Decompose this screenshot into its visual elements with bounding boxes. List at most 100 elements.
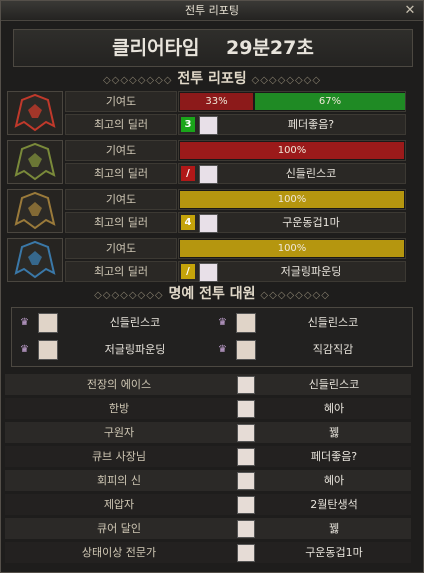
award-winner-name: 2월탄생석 <box>310 498 358 511</box>
award-title: 큐브 사장님 <box>91 450 147 463</box>
best-dealer-name: 구운동겁1마 <box>282 216 340 229</box>
best-dealer-label: 최고의 딜러 <box>65 261 177 282</box>
award-row: 상태이상 전문가 구운동겁1마 <box>5 542 411 563</box>
clear-time-banner: 클리어타임 29분27초 <box>13 29 413 67</box>
battle-report-window: 전투 리포팅 ✕ 클리어타임 29분27초 ◇◇◇◇◇◇◇◇ 전투 리포팅 ◇◇… <box>0 0 424 573</box>
award-row: 큐어 달인 꿿 <box>5 518 411 539</box>
crown-icon: ♛ <box>218 344 227 355</box>
award-winner-name: 혜아 <box>323 474 345 487</box>
award-title: 상태이상 전문가 <box>81 546 157 559</box>
window-title: 전투 리포팅 <box>184 4 240 17</box>
report-row: 기여도 100% 최고의 딜러 / 신들린스코 <box>5 138 419 184</box>
award-portrait-icon <box>237 520 255 538</box>
dealer-rank-icon: 4 <box>181 215 195 230</box>
contribution-segment: 100% <box>180 191 404 208</box>
award-row: 한방 혜아 <box>5 398 411 419</box>
award-row: 제압자 2월탄생석 <box>5 494 411 515</box>
contribution-label: 기여도 <box>65 91 177 112</box>
award-winner-name: 신들린스코 <box>308 378 360 391</box>
member-portrait-icon <box>236 313 256 333</box>
crown-icon: ♛ <box>20 317 29 328</box>
character-helmet-icon <box>7 140 63 184</box>
award-title: 구원자 <box>103 426 135 439</box>
contribution-bar: 100% <box>178 238 406 259</box>
honor-member: ♛ 직감직감 <box>212 337 410 363</box>
contribution-segment: 67% <box>255 93 405 110</box>
honor-member: ♛ 신들린스코 <box>212 310 410 336</box>
award-winner-name: 페더좋음? <box>310 450 358 463</box>
divider-ornament-left: ◇◇◇◇◇◇◇◇ <box>94 290 164 301</box>
report-row: 기여도 100% 최고의 딜러 / 저글링파운딩 <box>5 236 419 282</box>
award-portrait-icon <box>237 448 255 466</box>
contribution-segment: 100% <box>180 240 404 257</box>
dealer-rank-icon: / <box>181 264 195 279</box>
award-title: 제압자 <box>103 498 135 511</box>
best-dealer-field: 3 페더좋음? <box>178 114 406 135</box>
best-dealer-field: 4 구운동겁1마 <box>178 212 406 233</box>
window-titlebar: 전투 리포팅 ✕ <box>1 1 423 21</box>
best-dealer-field: / 저글링파운딩 <box>178 261 406 282</box>
crown-icon: ♛ <box>20 344 29 355</box>
divider-ornament-right: ◇◇◇◇◇◇◇◇ <box>260 290 330 301</box>
award-portrait-icon <box>237 376 255 394</box>
dealer-portrait-icon <box>199 214 218 233</box>
award-portrait-icon <box>237 400 255 418</box>
honor-member: ♛ 저글링파운딩 <box>14 337 212 363</box>
report-row: 기여도 33% 67% 최고의 딜러 3 페더좋음? <box>5 89 419 135</box>
honor-members-panel: ♛ 신들린스코 ♛ 신들린스코 ♛ 저글링파운딩 ♛ 직감직감 <box>11 307 413 367</box>
award-row: 전장의 에이스 신들린스코 <box>5 374 411 395</box>
award-row: 회피의 신 혜아 <box>5 470 411 491</box>
award-portrait-icon <box>237 496 255 514</box>
divider-ornament-left: ◇◇◇◇◇◇◇◇ <box>102 75 173 86</box>
honor-member: ♛ 신들린스코 <box>14 310 212 336</box>
best-dealer-label: 최고의 딜러 <box>65 212 177 233</box>
contribution-segment: 33% <box>180 93 253 110</box>
contribution-label: 기여도 <box>65 140 177 161</box>
best-dealer-name: 저글링파운딩 <box>280 265 342 278</box>
dealer-portrait-icon <box>199 165 218 184</box>
close-icon[interactable]: ✕ <box>403 1 417 20</box>
award-title: 전장의 에이스 <box>86 378 152 391</box>
best-dealer-label: 최고의 딜러 <box>65 114 177 135</box>
award-winner-name: 꿿 <box>328 426 340 439</box>
best-dealer-name: 신들린스코 <box>285 167 337 180</box>
honor-member-name: 저글링파운딩 <box>104 343 166 356</box>
contribution-bar: 33% 67% <box>178 91 406 112</box>
crown-icon: ♛ <box>218 317 227 328</box>
contribution-segment: 100% <box>180 142 404 159</box>
award-row: 구원자 꿿 <box>5 422 411 443</box>
honor-section-title: ◇◇◇◇◇◇◇◇ 명예 전투 대원 ◇◇◇◇◇◇◇◇ <box>94 286 330 302</box>
best-dealer-field: / 신들린스코 <box>178 163 406 184</box>
honor-member-name: 직감직감 <box>312 343 354 356</box>
honor-member-name: 신들린스코 <box>307 316 359 329</box>
clear-time-label: 클리어타임 <box>112 37 200 59</box>
dealer-portrait-icon <box>199 116 218 135</box>
dealer-rank-icon: 3 <box>181 117 195 132</box>
honor-member-name: 신들린스코 <box>109 316 161 329</box>
dealer-portrait-icon <box>199 263 218 282</box>
report-row: 기여도 100% 최고의 딜러 4 구운동겁1마 <box>5 187 419 233</box>
contribution-label: 기여도 <box>65 189 177 210</box>
contribution-label: 기여도 <box>65 238 177 259</box>
report-section-title: ◇◇◇◇◇◇◇◇ 전투 리포팅 ◇◇◇◇◇◇◇◇ <box>102 71 322 87</box>
clear-time-value: 29분27초 <box>226 37 314 59</box>
divider-ornament-right: ◇◇◇◇◇◇◇◇ <box>251 75 322 86</box>
award-winner-name: 꿿 <box>328 522 340 535</box>
award-title: 한방 <box>108 402 130 415</box>
dealer-rank-icon: / <box>181 166 195 181</box>
award-portrait-icon <box>237 472 255 490</box>
award-portrait-icon <box>237 544 255 562</box>
award-row: 큐브 사장님 페더좋음? <box>5 446 411 467</box>
member-portrait-icon <box>236 340 256 360</box>
award-portrait-icon <box>237 424 255 442</box>
character-helmet-icon <box>7 91 63 135</box>
award-winner-name: 구운동겁1마 <box>305 546 363 559</box>
best-dealer-name: 페더좋음? <box>287 118 335 131</box>
contribution-bar: 100% <box>178 189 406 210</box>
character-helmet-icon <box>7 238 63 282</box>
contribution-bar: 100% <box>178 140 406 161</box>
character-helmet-icon <box>7 189 63 233</box>
member-portrait-icon <box>38 340 58 360</box>
award-title: 회피의 신 <box>97 474 141 487</box>
best-dealer-label: 최고의 딜러 <box>65 163 177 184</box>
